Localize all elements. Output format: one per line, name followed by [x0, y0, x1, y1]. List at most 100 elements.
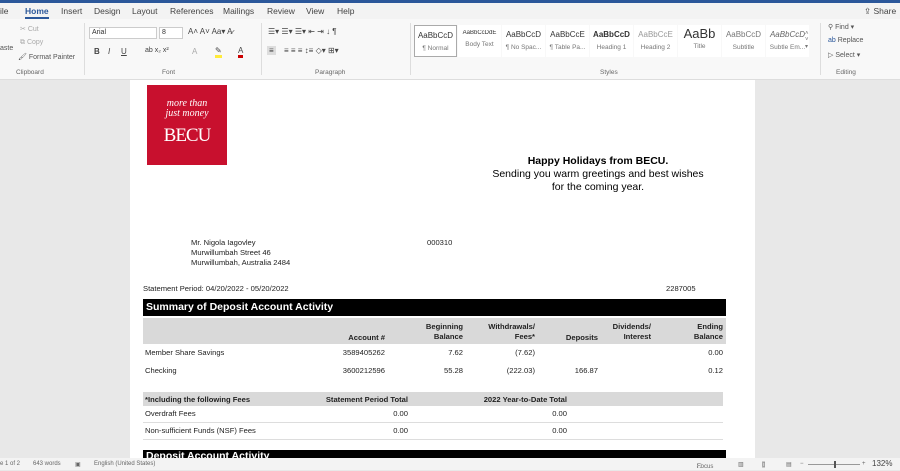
- clipboard-group-label: Clipboard: [16, 69, 44, 76]
- tab-home[interactable]: Home: [25, 6, 49, 19]
- cut-button[interactable]: ✂ Cut: [20, 25, 39, 33]
- column-header: 2022 Year-to-Date Total: [483, 395, 567, 404]
- style-normal[interactable]: AaBbCcD ¶ Normal: [414, 25, 457, 57]
- style-no-spacing[interactable]: AaBbCcD ¶ No Spac...: [502, 25, 545, 57]
- style-subtle-emphasis[interactable]: AaBbCcD Subtle Em...: [766, 25, 809, 57]
- bold-icon[interactable]: B: [94, 47, 100, 56]
- read-mode-icon[interactable]: ▥: [738, 461, 744, 468]
- column-header: Account #: [348, 333, 385, 342]
- column-header: Ending Balance: [693, 322, 723, 341]
- fee-period-total: 0.00: [393, 426, 408, 435]
- status-bar: e 1 of 2 643 words ▣ English (United Sta…: [0, 458, 900, 470]
- greeting: Happy Holidays from BECU. Sending you wa…: [470, 155, 726, 194]
- address-line: Murwillumbah, Australia 2484: [191, 258, 291, 267]
- style-name: Heading 2: [640, 44, 671, 51]
- focus-label: Focus: [697, 464, 714, 470]
- select-button[interactable]: ▷ Select ▾: [828, 51, 860, 59]
- deposits: 166.87: [574, 366, 598, 375]
- fee-ytd-total: 0.00: [552, 409, 567, 418]
- language[interactable]: English (United States): [94, 461, 155, 467]
- underline-icon[interactable]: U: [121, 47, 127, 56]
- align-left-icon[interactable]: ≡: [267, 46, 276, 55]
- style-preview: AaBbCcDdE: [462, 30, 497, 36]
- web-layout-icon[interactable]: ▤: [786, 461, 792, 468]
- styles-group-label: Styles: [600, 69, 618, 76]
- style-name: ¶ Normal: [422, 45, 449, 52]
- print-layout-icon[interactable]: ▯: [762, 461, 766, 468]
- font-color-icon[interactable]: A: [238, 46, 244, 58]
- account-name: Member Share Savings: [145, 348, 225, 357]
- proofing-icon[interactable]: ▣: [75, 461, 81, 468]
- divider: [84, 23, 85, 75]
- replace-icon: ab: [828, 37, 836, 44]
- font-name-dropdown[interactable]: Arial: [89, 27, 157, 39]
- style-name: Body Text: [465, 41, 494, 48]
- replace-button[interactable]: ab Replace: [828, 37, 863, 44]
- share-icon: ⇪: [864, 6, 872, 16]
- recipient-name: Mr. Nigola Iagovley: [191, 238, 256, 247]
- fee-name: Non-sufficient Funds (NSF) Fees: [145, 426, 256, 435]
- address-line: Murwillumbah Street 46: [191, 248, 271, 257]
- font-size-dropdown[interactable]: 8: [159, 27, 183, 39]
- style-subtitle[interactable]: AaBbCcD Subtitle: [722, 25, 765, 57]
- fee-ytd-total: 0.00: [552, 426, 567, 435]
- column-header: Withdrawals/ Fees*: [488, 322, 535, 341]
- style-heading-2[interactable]: AaBbCcE Heading 2: [634, 25, 677, 57]
- tab-insert[interactable]: Insert: [61, 6, 82, 16]
- style-title[interactable]: AaBb Title: [678, 25, 721, 57]
- column-header: Deposits: [565, 333, 598, 342]
- tab-mailings[interactable]: Mailings: [223, 6, 254, 16]
- page-count[interactable]: e 1 of 2: [0, 461, 20, 467]
- share-label: Share: [873, 6, 897, 16]
- greeting-line: Sending you warm greetings and best wish…: [492, 168, 704, 180]
- style-table-paragraph[interactable]: AaBbCcE ¶ Table Pa...: [546, 25, 589, 57]
- style-body-text[interactable]: AaBbCcDdE Body Text: [458, 25, 501, 57]
- highlight-icon[interactable]: ✎: [215, 46, 222, 58]
- beginning-balance: 7.62: [448, 348, 463, 357]
- divider: [143, 422, 723, 423]
- tab-design[interactable]: Design: [94, 6, 120, 16]
- becu-logo: more than just money BECU: [147, 85, 227, 165]
- styles-gallery: AaBbCcD ¶ Normal AaBbCcDdE Body Text AaBbC…: [414, 19, 809, 59]
- copy-button[interactable]: ⧉ Copy: [20, 39, 43, 47]
- divider: [410, 23, 411, 75]
- format-painter-button[interactable]: 🖌 Format Painter: [18, 53, 75, 61]
- find-label: Find: [835, 24, 849, 31]
- statement-reference: 2287005: [666, 284, 696, 293]
- document-page[interactable]: more than just money BECU Happy Holidays…: [130, 80, 755, 460]
- styles-scroll-icon[interactable]: ˄ ˅ ▾: [805, 31, 809, 50]
- word-count[interactable]: 643 words: [33, 461, 61, 467]
- tab-layout[interactable]: Layout: [132, 6, 158, 16]
- column-header: Statement Period Total: [325, 395, 408, 404]
- mail-code: 000310: [427, 238, 453, 247]
- ribbon: aste ✂ Cut ⧉ Copy 🖌 Format Painter Clipb…: [0, 19, 900, 80]
- column-header: Dividends/ Interest: [612, 322, 651, 341]
- list-icons[interactable]: ☰▾ ☰▾ ☰▾ ⇤ ⇥ ↓ ¶: [268, 27, 337, 36]
- zoom-out-button[interactable]: −: [800, 461, 804, 467]
- style-preview: AaBbCcE: [550, 30, 585, 39]
- italic-icon[interactable]: I: [108, 47, 110, 56]
- select-label: Select: [835, 52, 855, 59]
- style-heading-1[interactable]: AaBbCcD Heading 1: [590, 25, 633, 57]
- style-name: Subtle Em...: [769, 44, 806, 51]
- tab-file[interactable]: ile: [0, 6, 9, 16]
- tab-references[interactable]: References: [170, 6, 213, 16]
- account-number: 3600212596: [342, 366, 385, 375]
- zoom-level[interactable]: 132%: [872, 459, 892, 468]
- zoom-slider-thumb[interactable]: [834, 461, 836, 468]
- tab-help[interactable]: Help: [337, 6, 354, 16]
- tab-view[interactable]: View: [306, 6, 324, 16]
- style-preview: AaBb: [683, 26, 716, 41]
- style-preview: AaBbCcD: [505, 30, 542, 39]
- grow-font-icon[interactable]: A˄ A˅ Aa▾ A̷: [188, 27, 233, 36]
- brush-icon: 🖌: [18, 54, 27, 61]
- share-button[interactable]: ⇪ Share: [864, 6, 896, 17]
- align-icons[interactable]: ≡ ≡ ≡ ↕≡ ◇▾ ⊞▾: [284, 46, 339, 55]
- strike-sub-super-icon[interactable]: ab x₂ x²: [145, 47, 169, 54]
- tab-review[interactable]: Review: [267, 6, 295, 16]
- account-name: Checking: [145, 366, 177, 375]
- zoom-in-button[interactable]: +: [862, 461, 866, 467]
- paste-button[interactable]: aste: [0, 45, 13, 52]
- find-button[interactable]: ⚲ Find ▾: [828, 23, 854, 31]
- text-effects-icon[interactable]: A: [192, 47, 197, 56]
